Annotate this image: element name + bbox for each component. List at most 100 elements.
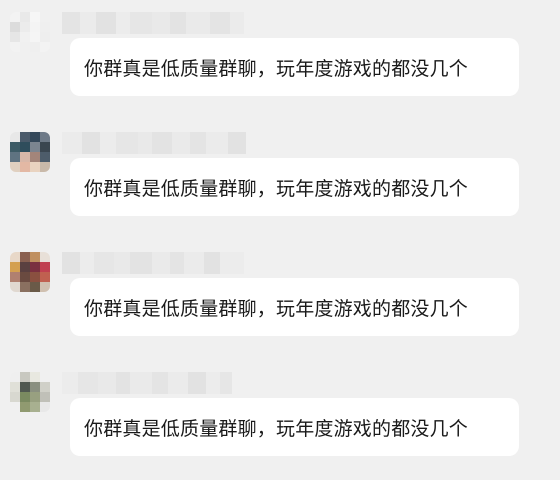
name-blur-pixel [152, 12, 170, 34]
name-blur-pixel [204, 252, 220, 274]
avatar-pixel [20, 252, 30, 262]
name-blur-pixel [82, 132, 100, 154]
name-blur-pixel [130, 372, 152, 394]
avatar-pixel [20, 142, 30, 152]
avatar-pixel [30, 32, 40, 42]
name-blur-pixel [152, 252, 170, 274]
avatar-pixel [30, 142, 40, 152]
avatar-pixel [40, 272, 50, 282]
chat-message: 你群真是低质量群聊，玩年度游戏的都没几个 [0, 120, 560, 240]
avatar-pixel [40, 392, 50, 402]
avatar-pixel [30, 282, 40, 292]
sender-name-blurred [62, 12, 244, 34]
avatar-pixel [30, 132, 40, 142]
avatar-pixel [20, 262, 30, 272]
avatar-pixel [10, 22, 20, 32]
avatar-pixel [30, 382, 40, 392]
avatar-pixel [10, 12, 20, 22]
name-blur-pixel [168, 372, 188, 394]
sender-name-blurred [62, 252, 244, 274]
avatar-pixel [10, 32, 20, 42]
name-blur-pixel [152, 372, 168, 394]
name-blur-pixel [152, 132, 172, 154]
name-blur-pixel [62, 252, 80, 274]
avatar-pixel [10, 252, 20, 262]
avatar-pixel [10, 372, 20, 382]
name-blur-pixel [130, 252, 152, 274]
chat-message: 你群真是低质量群聊，玩年度游戏的都没几个 [0, 0, 560, 120]
avatar-pixel [30, 252, 40, 262]
name-blur-pixel [186, 12, 210, 34]
avatar-pixel [10, 42, 20, 52]
name-blur-pixel [220, 372, 232, 394]
name-blur-pixel [62, 12, 80, 34]
avatar-pixel [30, 402, 40, 412]
avatar-pixel [20, 272, 30, 282]
name-blur-pixel [80, 252, 94, 274]
name-blur-pixel [80, 12, 96, 34]
avatar-pixel [30, 22, 40, 32]
avatar-pixel [30, 152, 40, 162]
name-blur-pixel [62, 372, 78, 394]
avatar-pixel [40, 22, 50, 32]
name-blur-pixel [206, 132, 228, 154]
name-blur-pixel [230, 12, 244, 34]
avatar-pixel [40, 262, 50, 272]
avatar-pixel [20, 32, 30, 42]
name-blur-pixel [188, 372, 206, 394]
avatar-pixel [10, 402, 20, 412]
avatar-pixel [40, 142, 50, 152]
message-bubble[interactable]: 你群真是低质量群聊，玩年度游戏的都没几个 [70, 158, 519, 216]
name-blur-pixel [170, 12, 186, 34]
name-blur-pixel [206, 372, 220, 394]
name-blur-pixel [94, 252, 114, 274]
avatar-pixel [40, 252, 50, 262]
avatar-pixel [10, 282, 20, 292]
name-blur-pixel [190, 132, 206, 154]
avatar-pixel [20, 162, 30, 172]
avatar-pixel [20, 42, 30, 52]
name-blur-pixel [100, 132, 116, 154]
avatar-pixel [10, 272, 20, 282]
name-blur-pixel [130, 12, 152, 34]
avatar-pixel [20, 132, 30, 142]
avatar-pixel [30, 392, 40, 402]
avatar-pixel [30, 272, 40, 282]
chat-message: 你群真是低质量群聊，玩年度游戏的都没几个 [0, 360, 560, 480]
sender-name-blurred [62, 372, 232, 394]
avatar-pixel [10, 392, 20, 402]
avatar-pixel [40, 282, 50, 292]
avatar-pixel [40, 42, 50, 52]
message-bubble[interactable]: 你群真是低质量群聊，玩年度游戏的都没几个 [70, 398, 519, 456]
name-blur-pixel [116, 132, 138, 154]
name-blur-pixel [62, 132, 82, 154]
avatar-pixel [40, 382, 50, 392]
name-blur-pixel [170, 252, 184, 274]
avatar-pixel [40, 372, 50, 382]
name-blur-pixel [78, 372, 98, 394]
message-bubble[interactable]: 你群真是低质量群聊，玩年度游戏的都没几个 [70, 278, 519, 336]
avatar-pixel [40, 152, 50, 162]
user-avatar[interactable] [10, 12, 50, 52]
avatar-pixel [40, 402, 50, 412]
avatar-pixel [30, 262, 40, 272]
avatar-pixel [10, 162, 20, 172]
user-avatar[interactable] [10, 132, 50, 172]
avatar-pixel [20, 402, 30, 412]
avatar-pixel [30, 162, 40, 172]
user-avatar[interactable] [10, 372, 50, 412]
avatar-pixel [20, 152, 30, 162]
avatar-pixel [20, 22, 30, 32]
avatar-pixel [30, 12, 40, 22]
sender-name-blurred [62, 132, 246, 154]
name-blur-pixel [116, 12, 130, 34]
message-bubble[interactable]: 你群真是低质量群聊，玩年度游戏的都没几个 [70, 38, 519, 96]
avatar-pixel [40, 132, 50, 142]
user-avatar[interactable] [10, 252, 50, 292]
avatar-pixel [20, 282, 30, 292]
avatar-pixel [10, 262, 20, 272]
avatar-pixel [10, 152, 20, 162]
avatar-pixel [30, 42, 40, 52]
avatar-pixel [10, 132, 20, 142]
name-blur-pixel [220, 252, 244, 274]
